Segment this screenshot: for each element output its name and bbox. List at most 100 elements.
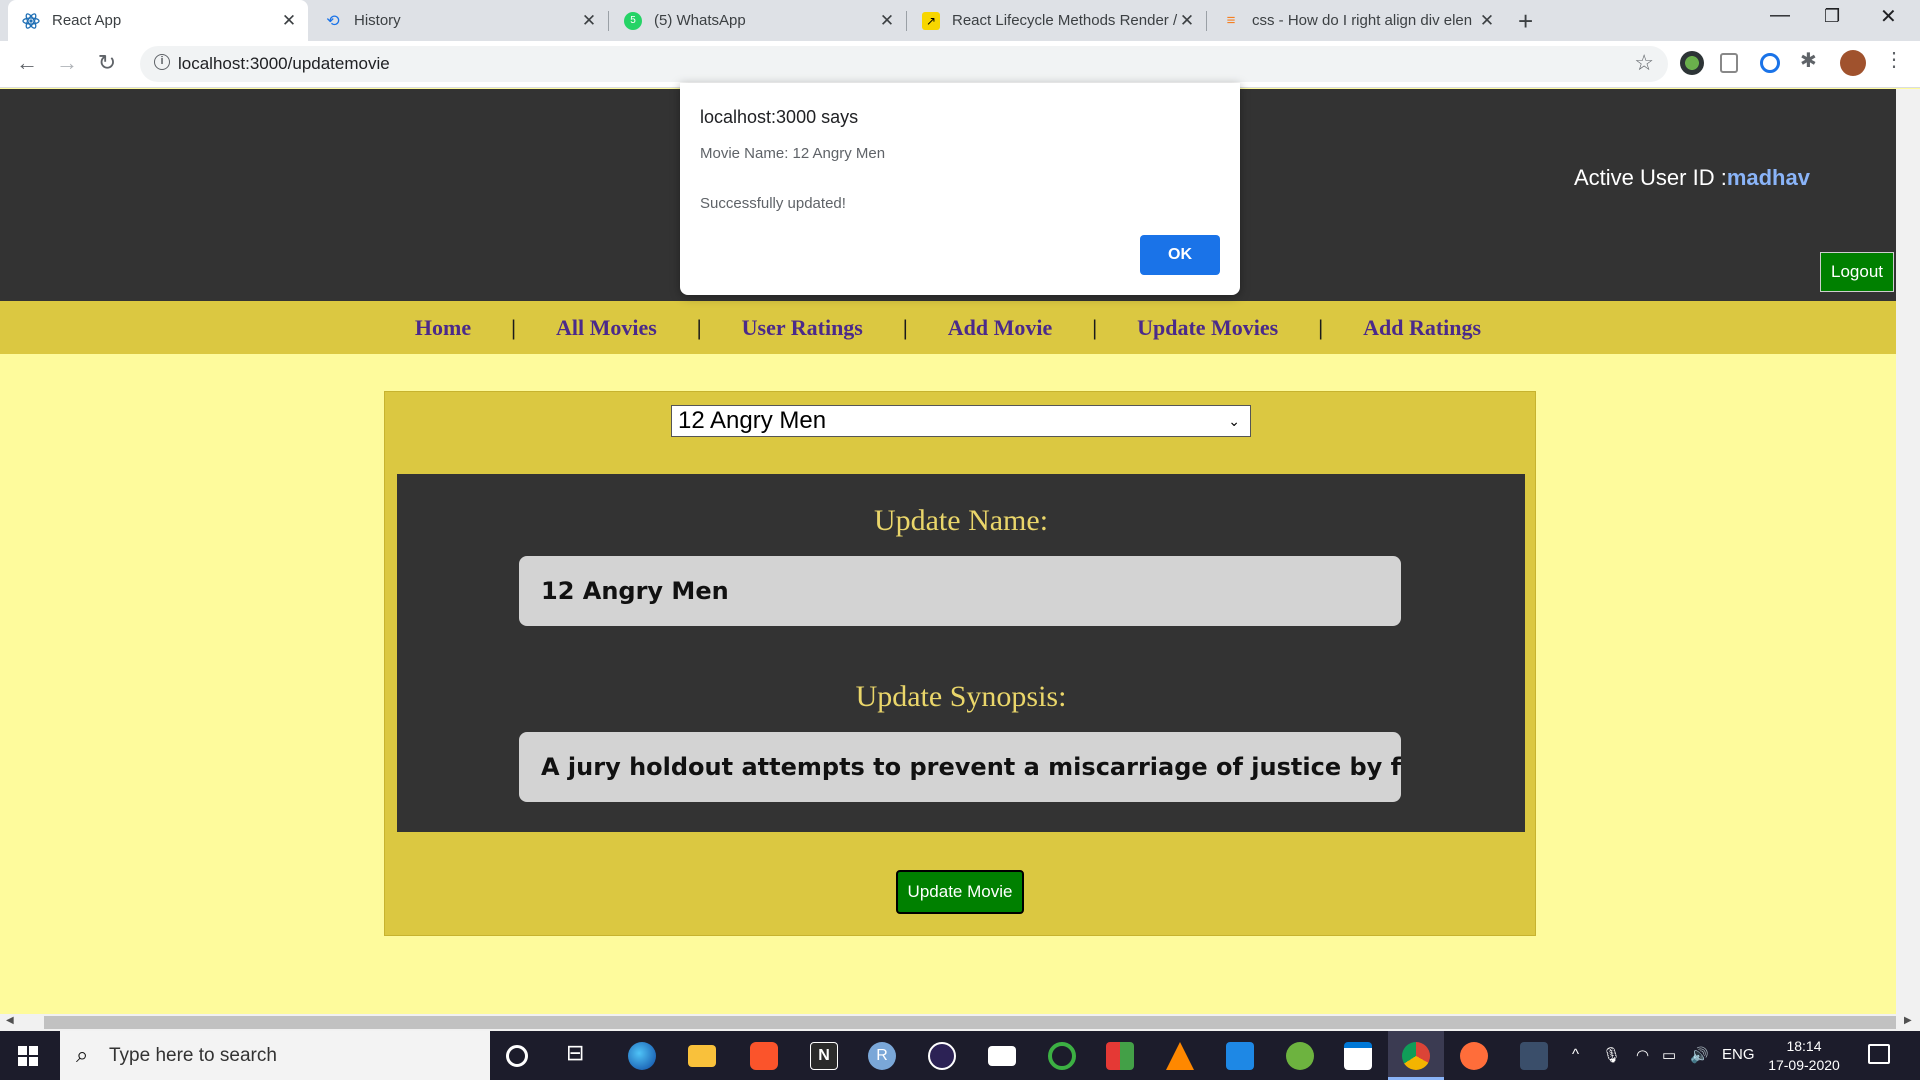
- reload-icon[interactable]: ↻: [92, 50, 122, 76]
- notification-icon[interactable]: [1868, 1044, 1890, 1064]
- close-window-icon[interactable]: ✕: [1880, 4, 1897, 29]
- tab-react-lifecycle[interactable]: ↗ React Lifecycle Methods Render / ✕: [908, 0, 1206, 41]
- clock-date: 17-09-2020: [1768, 1057, 1840, 1073]
- tab-whatsapp[interactable]: 5 (5) WhatsApp ✕: [610, 0, 906, 41]
- vlc-icon[interactable]: [1166, 1042, 1194, 1070]
- menu-kebab-icon[interactable]: ⋮: [1884, 47, 1908, 71]
- update-synopsis-label: Update Synopsis:: [855, 680, 1067, 713]
- spring-icon[interactable]: [1286, 1042, 1314, 1070]
- url-text[interactable]: localhost:3000/updatemovie: [178, 54, 390, 74]
- tab-title: css - How do I right align div elen: [1252, 12, 1473, 29]
- brave-icon[interactable]: [750, 1042, 778, 1070]
- nav-all-movies[interactable]: All Movies: [556, 315, 657, 341]
- office-icon[interactable]: [1106, 1042, 1134, 1070]
- synopsis-input[interactable]: A jury holdout attempts to prevent a mis…: [519, 732, 1401, 802]
- windows-start-icon[interactable]: [18, 1046, 38, 1066]
- clock-time: 18:14: [1786, 1038, 1822, 1054]
- tab-title: History: [354, 12, 401, 29]
- movie-select[interactable]: 12 Angry Men ⌄: [671, 405, 1251, 437]
- notion-icon[interactable]: N: [810, 1042, 838, 1070]
- task-view-icon[interactable]: ⊟: [566, 1040, 594, 1068]
- scroll-left-icon[interactable]: ◀: [6, 1015, 14, 1026]
- close-icon[interactable]: ✕: [1478, 11, 1496, 31]
- back-icon[interactable]: ←: [12, 50, 42, 76]
- avatar[interactable]: [1840, 50, 1866, 76]
- edge-icon[interactable]: [628, 1042, 656, 1070]
- scroll-right-icon[interactable]: ▶: [1904, 1015, 1912, 1026]
- postman-icon[interactable]: [1460, 1042, 1488, 1070]
- active-user-info: Active User ID :madhav: [1574, 165, 1810, 191]
- nav-separator: |: [902, 314, 908, 340]
- extension-icon[interactable]: [1760, 53, 1780, 73]
- taskbar-clock[interactable]: 18:14 17-09-2020: [1762, 1037, 1846, 1075]
- restore-icon[interactable]: ❐: [1824, 6, 1840, 27]
- whatsapp-icon: 5: [624, 11, 642, 30]
- nav-home[interactable]: Home: [415, 315, 471, 341]
- nav-add-ratings[interactable]: Add Ratings: [1363, 315, 1481, 341]
- battery-icon[interactable]: ▭: [1662, 1046, 1676, 1064]
- snipping-tool-icon[interactable]: [1520, 1042, 1548, 1070]
- history-icon: ⟲: [326, 12, 340, 30]
- language-indicator[interactable]: ENG: [1722, 1046, 1755, 1063]
- browser-tab-strip: React App ✕ ⟲ History ✕ 5 (5) WhatsApp ✕…: [0, 0, 1920, 41]
- forward-icon[interactable]: →: [52, 50, 82, 76]
- puzzle-icon[interactable]: ✱: [1800, 48, 1824, 72]
- browser-toolbar: ← → ↻ i localhost:3000/updatemovie ☆ ✱ ⋮: [0, 41, 1920, 88]
- windows-taskbar: ⌕ Type here to search ⊟ N R ^ 🎙 ◠ ▭ 🔊 EN…: [0, 1031, 1920, 1080]
- dialog-message: Movie Name: 12 Angry Men: [700, 145, 886, 162]
- r-icon[interactable]: R: [868, 1042, 896, 1070]
- new-tab-button[interactable]: +: [1518, 6, 1533, 37]
- chrome-icon: [1402, 1042, 1430, 1070]
- update-movie-button[interactable]: Update Movie: [896, 870, 1024, 914]
- page-icon: ↗: [922, 11, 940, 30]
- refresh-app-icon[interactable]: [1048, 1042, 1076, 1070]
- tab-stackoverflow[interactable]: ≡ css - How do I right align div elen ✕: [1208, 0, 1506, 41]
- extension-icon[interactable]: [1720, 53, 1738, 73]
- vscode-icon[interactable]: [1226, 1042, 1254, 1070]
- tab-react-app[interactable]: React App ✕: [8, 0, 308, 41]
- cortana-icon[interactable]: [506, 1045, 528, 1067]
- eclipse-icon[interactable]: [928, 1042, 956, 1070]
- chevron-up-icon[interactable]: ^: [1572, 1046, 1579, 1063]
- nav-separator: |: [511, 314, 516, 340]
- address-bar[interactable]: i localhost:3000/updatemovie ☆: [140, 46, 1668, 82]
- file-explorer-icon[interactable]: [688, 1045, 716, 1067]
- tab-history[interactable]: ⟲ History ✕: [310, 0, 608, 41]
- search-icon: ⌕: [76, 1042, 89, 1067]
- logout-button[interactable]: Logout: [1820, 252, 1894, 292]
- nav-user-ratings[interactable]: User Ratings: [742, 315, 863, 341]
- nav-separator: |: [1092, 314, 1098, 340]
- scrollbar-thumb[interactable]: [44, 1016, 1896, 1029]
- microphone-icon[interactable]: 🎙: [1602, 1046, 1621, 1064]
- close-icon[interactable]: ✕: [878, 11, 896, 31]
- tab-title: React App: [52, 12, 122, 29]
- nav-separator: |: [696, 314, 702, 340]
- nav-add-movie[interactable]: Add Movie: [948, 315, 1053, 341]
- update-movie-card: 12 Angry Men ⌄ Update Name: 12 Angry Men…: [384, 391, 1536, 936]
- extension-icon[interactable]: [1680, 51, 1704, 75]
- vertical-scrollbar[interactable]: [1896, 89, 1920, 1014]
- dialog-message: Successfully updated!: [700, 195, 846, 212]
- bookmark-star-icon[interactable]: ☆: [1634, 50, 1654, 76]
- minimize-icon[interactable]: —: [1770, 4, 1790, 27]
- store-icon[interactable]: [1344, 1042, 1372, 1070]
- mail-icon[interactable]: [988, 1046, 1016, 1066]
- ok-button[interactable]: OK: [1140, 235, 1220, 275]
- tab-title: (5) WhatsApp: [654, 12, 746, 29]
- wifi-icon[interactable]: ◠: [1636, 1046, 1649, 1064]
- close-icon[interactable]: ✕: [580, 11, 598, 31]
- close-icon[interactable]: ✕: [1178, 11, 1196, 31]
- tab-divider: [608, 11, 609, 31]
- name-input[interactable]: 12 Angry Men: [519, 556, 1401, 626]
- site-info-icon[interactable]: i: [154, 54, 170, 70]
- update-name-label: Update Name:: [873, 504, 1049, 537]
- taskbar-search[interactable]: ⌕ Type here to search: [60, 1031, 490, 1080]
- tab-divider: [1206, 11, 1207, 31]
- react-icon: [22, 12, 40, 30]
- nav-update-movies[interactable]: Update Movies: [1137, 315, 1278, 341]
- horizontal-scrollbar[interactable]: ◀ ▶: [0, 1014, 1920, 1031]
- chrome-taskbar-active[interactable]: [1388, 1031, 1444, 1080]
- close-icon[interactable]: ✕: [280, 11, 298, 31]
- volume-icon[interactable]: 🔊: [1690, 1046, 1709, 1064]
- nav-separator: |: [1318, 314, 1324, 340]
